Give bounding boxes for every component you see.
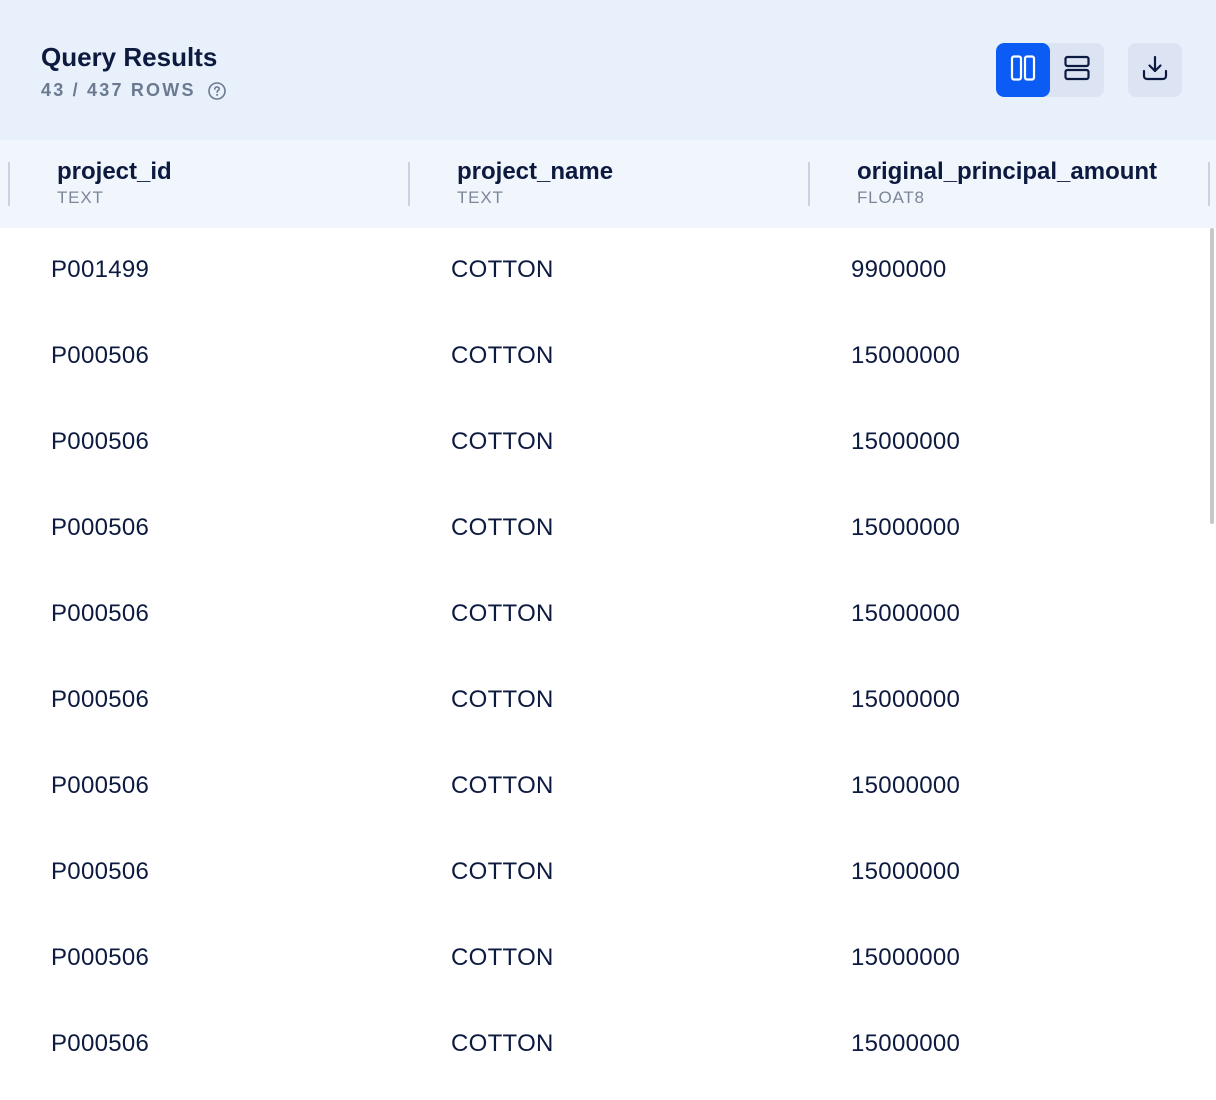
table-cell: 15000000 <box>851 858 961 885</box>
vertical-scrollbar[interactable] <box>1210 228 1214 524</box>
table-row[interactable]: P000506 COTTON 15000000 <box>0 400 1208 486</box>
column-resize-handle[interactable] <box>8 162 10 206</box>
column-name: original_principal_amount <box>857 158 1158 185</box>
table-cell: P000506 <box>51 600 150 627</box>
table-cell: P000506 <box>51 772 150 799</box>
table-cell: 15000000 <box>851 514 961 541</box>
table-cell: COTTON <box>451 256 554 283</box>
table-cell: COTTON <box>451 858 554 885</box>
table-cell: COTTON <box>451 600 554 627</box>
rows-layout-icon <box>1064 55 1090 86</box>
table-cell: COTTON <box>451 944 554 971</box>
table-cell: 15000000 <box>851 772 961 799</box>
table-row[interactable]: P000506 COTTON 15000000 <box>0 1002 1208 1088</box>
column-header[interactable]: project_name TEXT <box>400 140 800 228</box>
columns-layout-icon <box>1010 54 1036 86</box>
table-cell: P000506 <box>51 686 150 713</box>
table-cell: P000506 <box>51 944 150 971</box>
table-cell: COTTON <box>451 1030 554 1057</box>
columns-layout-button[interactable] <box>996 43 1050 97</box>
column-type: TEXT <box>57 188 104 207</box>
table-row[interactable]: P000506 COTTON 15000000 <box>0 314 1208 400</box>
table-cell: P000506 <box>51 1030 150 1057</box>
table-cell: 15000000 <box>851 686 961 713</box>
column-resize-handle[interactable] <box>1208 162 1210 206</box>
table-row[interactable]: P000506 COTTON 15000000 <box>0 830 1208 916</box>
table-cell: P000506 <box>51 514 150 541</box>
question-circle-icon[interactable] <box>207 81 226 100</box>
column-type: TEXT <box>457 188 504 207</box>
table-row[interactable]: P001499 COTTON 9900000 <box>0 228 1208 314</box>
table-cell: 15000000 <box>851 944 961 971</box>
table-cell: COTTON <box>451 428 554 455</box>
row-count-label: 43 / 437 ROWS <box>41 80 196 100</box>
download-button[interactable] <box>1128 43 1182 97</box>
column-resize-handle[interactable] <box>408 162 410 206</box>
table-cell: P000506 <box>51 342 150 369</box>
column-header[interactable]: original_principal_amount FLOAT8 <box>800 140 1200 228</box>
table-body: P001499 COTTON 9900000 P000506 COTTON 15… <box>0 228 1216 1100</box>
column-header-row: project_id TEXT project_name TEXT origin… <box>0 140 1216 228</box>
table-row[interactable]: P000506 COTTON 15000000 <box>0 572 1208 658</box>
table-cell: COTTON <box>451 342 554 369</box>
page-title: Query Results <box>41 42 218 72</box>
table-cell: 15000000 <box>851 342 961 369</box>
table-cell: 9900000 <box>851 256 947 283</box>
column-type: FLOAT8 <box>857 188 925 207</box>
table-cell: 15000000 <box>851 1030 961 1057</box>
results-header: Query Results 43 / 437 ROWS <box>0 0 1216 140</box>
table-cell: COTTON <box>451 686 554 713</box>
rows-layout-button[interactable] <box>1050 43 1104 97</box>
table-cell: COTTON <box>451 514 554 541</box>
table-row[interactable]: P000506 COTTON 15000000 <box>0 744 1208 830</box>
download-icon <box>1142 55 1168 86</box>
table-cell: P000506 <box>51 858 150 885</box>
table-row[interactable]: P000506 COTTON 15000000 <box>0 916 1208 1002</box>
layout-toggle <box>996 43 1104 97</box>
table-cell: COTTON <box>451 772 554 799</box>
column-header[interactable]: project_id TEXT <box>0 140 400 228</box>
column-name: project_name <box>457 158 614 185</box>
table-cell: 15000000 <box>851 600 961 627</box>
table-cell: P001499 <box>51 256 150 283</box>
column-name: project_id <box>57 158 172 185</box>
table-cell: P000506 <box>51 428 150 455</box>
row-count: 43 / 437 ROWS <box>41 80 226 101</box>
table-cell: 15000000 <box>851 428 961 455</box>
column-resize-handle[interactable] <box>808 162 810 206</box>
table-row[interactable]: P000506 COTTON 15000000 <box>0 486 1208 572</box>
table-row[interactable]: P000506 COTTON 15000000 <box>0 658 1208 744</box>
